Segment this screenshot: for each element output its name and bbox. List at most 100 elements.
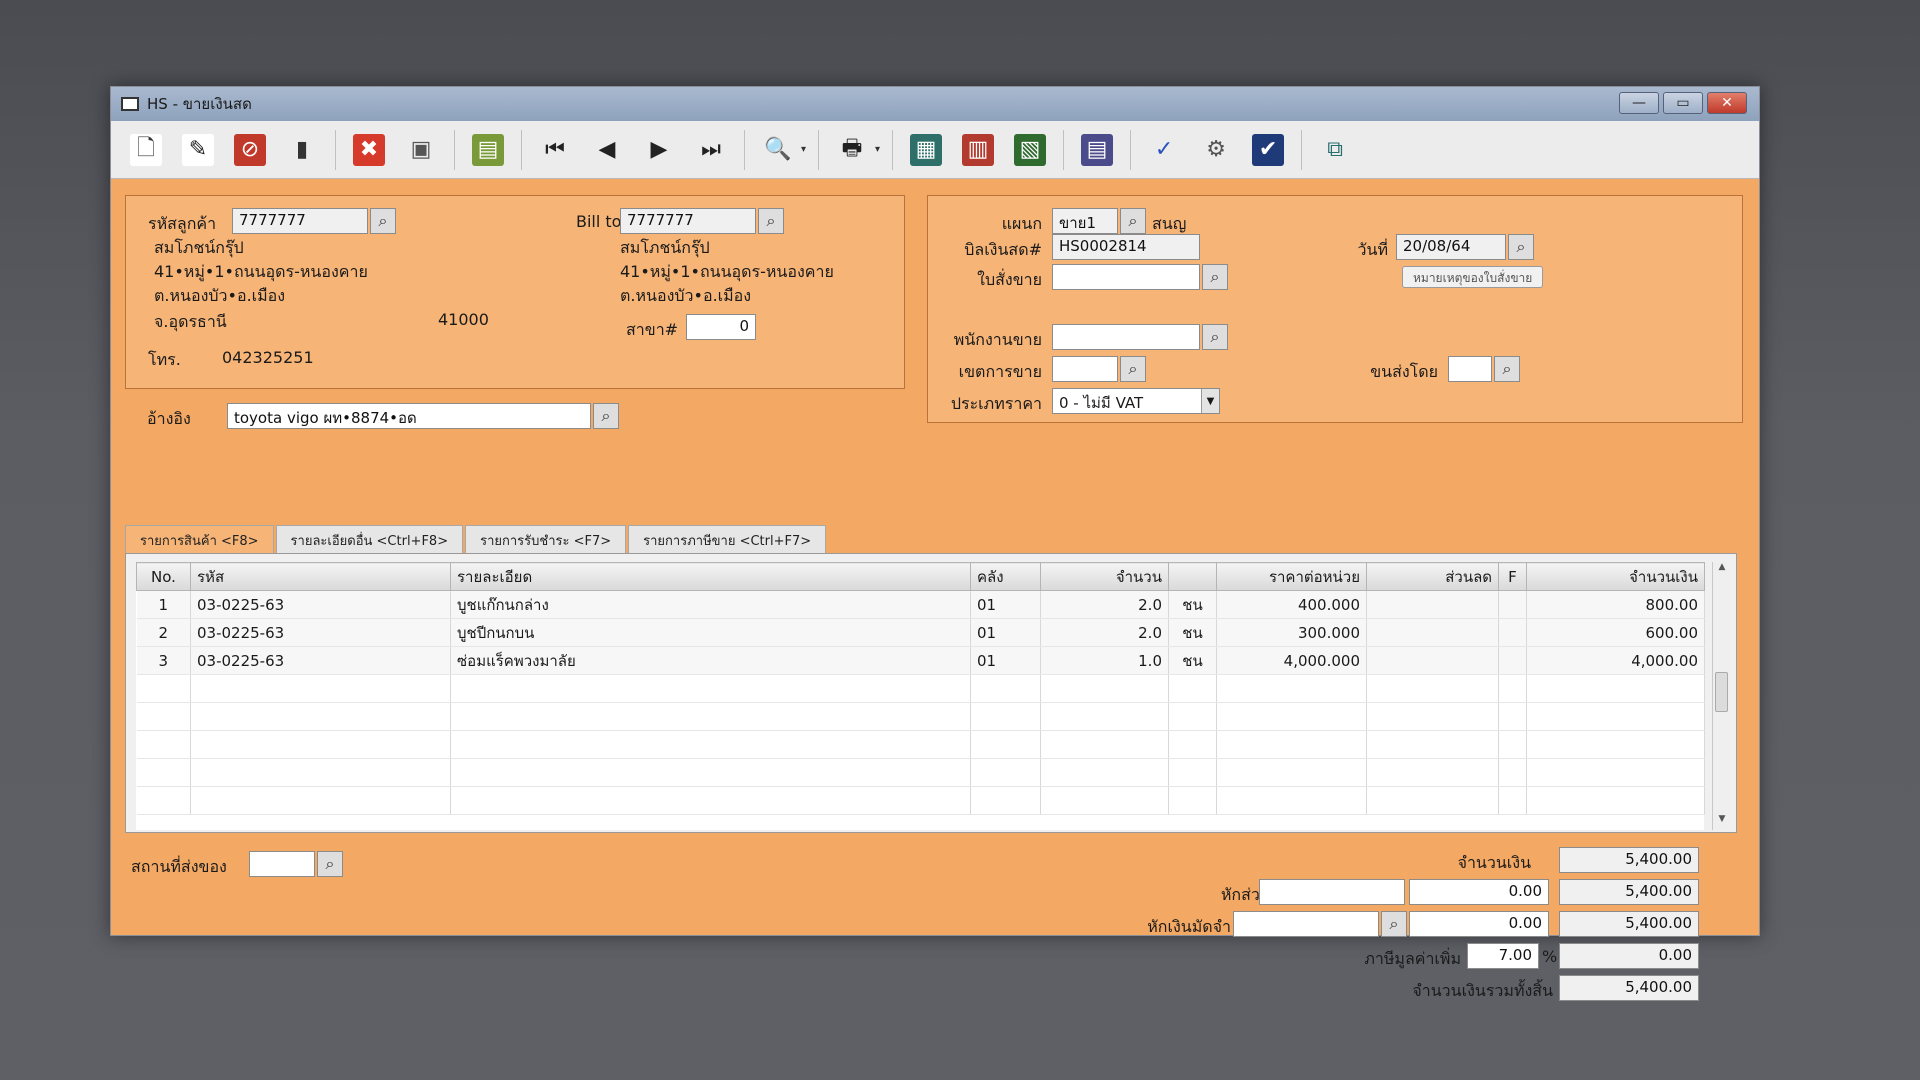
cancel-doc-button[interactable]: ⊘	[229, 129, 271, 171]
chevron-down-icon[interactable]: ▼	[1201, 389, 1219, 413]
table-cell[interactable]	[136, 702, 191, 731]
sales-order-field[interactable]	[1052, 264, 1200, 290]
empty-row[interactable]	[136, 786, 1705, 815]
save-button[interactable]: ▣	[400, 129, 442, 171]
table-cell[interactable]: 01	[970, 618, 1041, 647]
table-cell[interactable]	[450, 786, 971, 815]
tab-4[interactable]: รายการภาษีขาย <Ctrl+F7>	[628, 525, 827, 553]
empty-row[interactable]	[136, 758, 1705, 787]
close-window-button[interactable]: ✕	[1707, 92, 1747, 114]
network-button[interactable]: ⧉	[1314, 129, 1356, 171]
column-header[interactable]: จำนวนเงิน	[1526, 562, 1705, 591]
discount-value-field[interactable]: 0.00	[1409, 879, 1549, 905]
table-cell[interactable]	[1498, 786, 1527, 815]
calendar-search-icon[interactable]: ⌕	[1508, 234, 1534, 260]
maximize-button[interactable]: ▭	[1663, 92, 1703, 114]
table-cell[interactable]: 2.0	[1040, 618, 1169, 647]
close-button[interactable]: ✖	[348, 129, 390, 171]
department-search-icon[interactable]: ⌕	[1120, 208, 1146, 234]
table-cell[interactable]	[1040, 702, 1169, 731]
deposit-value-field[interactable]: 0.00	[1409, 911, 1549, 937]
table-cell[interactable]	[190, 786, 451, 815]
table-cell[interactable]	[970, 702, 1041, 731]
chevron-down-icon[interactable]: ▾	[875, 144, 880, 155]
empty-row[interactable]	[136, 702, 1705, 731]
books-button[interactable]: ▤	[467, 129, 509, 171]
table-cell[interactable]	[190, 758, 451, 787]
table-cell[interactable]	[1366, 786, 1499, 815]
column-header[interactable]: F	[1498, 562, 1527, 591]
shipping-field[interactable]	[1448, 356, 1492, 382]
table-cell[interactable]	[1168, 702, 1217, 731]
column-header[interactable]: รายละเอียด	[450, 562, 971, 591]
regional-button[interactable]: ▤	[1076, 129, 1118, 171]
table-cell[interactable]	[450, 702, 971, 731]
delivery-place-field[interactable]	[249, 851, 315, 877]
tab-1[interactable]: รายการสินค้า <F8>	[125, 525, 274, 553]
table-cell[interactable]	[136, 786, 191, 815]
table-cell[interactable]: 800.00	[1526, 590, 1705, 619]
table-cell[interactable]	[1216, 758, 1367, 787]
table-cell[interactable]	[1498, 758, 1527, 787]
table-cell[interactable]	[190, 674, 451, 703]
table-cell[interactable]	[1526, 702, 1705, 731]
table-cell[interactable]	[1498, 590, 1527, 619]
table-cell[interactable]: 400.000	[1216, 590, 1367, 619]
date-field[interactable]: 20/08/64	[1396, 234, 1506, 260]
table-cell[interactable]	[1040, 730, 1169, 759]
edit-button[interactable]: ✎	[177, 129, 219, 171]
column-header[interactable]: ส่วนลด	[1366, 562, 1499, 591]
table-cell[interactable]	[1216, 730, 1367, 759]
sales-area-field[interactable]	[1052, 356, 1118, 382]
salesperson-field[interactable]	[1052, 324, 1200, 350]
customer-code-field[interactable]: 7777777	[232, 208, 368, 234]
deposit-search-icon[interactable]: ⌕	[1381, 911, 1407, 937]
tab-2[interactable]: รายละเอียดอื่น <Ctrl+F8>	[275, 525, 464, 553]
table-cell[interactable]	[1168, 758, 1217, 787]
table-cell[interactable]	[1366, 674, 1499, 703]
empty-row[interactable]	[136, 730, 1705, 759]
report-stack-button[interactable]: ▥	[957, 129, 999, 171]
table-row[interactable]: 1 03-0225-63 บูชแก๊กนกล่าง 01 2.0 ชน 400.000 80…	[136, 590, 1705, 619]
table-cell[interactable]: 600.00	[1526, 618, 1705, 647]
table-cell[interactable]	[450, 674, 971, 703]
column-header[interactable]: จำนวน	[1040, 562, 1169, 591]
table-cell[interactable]	[1498, 646, 1527, 675]
last-record-button[interactable]: ⏭	[690, 129, 732, 171]
table-cell[interactable]: 2.0	[1040, 590, 1169, 619]
table-cell[interactable]	[450, 730, 971, 759]
table-cell[interactable]	[1498, 618, 1527, 647]
table-cell[interactable]	[1040, 674, 1169, 703]
table-cell[interactable]	[1526, 674, 1705, 703]
table-cell[interactable]: 01	[970, 590, 1041, 619]
sales-area-search-icon[interactable]: ⌕	[1120, 356, 1146, 382]
table-cell[interactable]	[190, 702, 451, 731]
table-cell[interactable]	[1526, 730, 1705, 759]
table-cell[interactable]: ชน	[1168, 590, 1217, 619]
table-cell[interactable]: 1.0	[1040, 646, 1169, 675]
reference-field[interactable]: toyota vigo ผท•8874•อด	[227, 403, 591, 429]
table-cell[interactable]	[1498, 730, 1527, 759]
sales-order-search-icon[interactable]: ⌕	[1202, 264, 1228, 290]
next-record-button[interactable]: ▶	[638, 129, 680, 171]
table-cell[interactable]: 2	[136, 618, 191, 647]
table-cell[interactable]	[970, 786, 1041, 815]
billto-search-icon[interactable]: ⌕	[758, 208, 784, 234]
bill-number-field[interactable]: HS0002814	[1052, 234, 1200, 260]
table-cell[interactable]	[1216, 786, 1367, 815]
minimize-button[interactable]: —	[1619, 92, 1659, 114]
table-cell[interactable]	[1216, 674, 1367, 703]
report-grid-button[interactable]: ▦	[905, 129, 947, 171]
deposit-text-field[interactable]	[1233, 911, 1379, 937]
table-cell[interactable]	[970, 730, 1041, 759]
scroll-up-icon[interactable]: ▲	[1713, 562, 1731, 578]
settings-button[interactable]: ⚙	[1195, 129, 1237, 171]
column-header[interactable]: ราคาต่อหน่วย	[1216, 562, 1367, 591]
approve-ok-button[interactable]: ✓	[1143, 129, 1185, 171]
scroll-down-icon[interactable]: ▼	[1713, 814, 1731, 830]
table-cell[interactable]	[1168, 674, 1217, 703]
table-cell[interactable]: 03-0225-63	[190, 590, 451, 619]
table-cell[interactable]	[1366, 618, 1499, 647]
preview-button[interactable]: 🔍	[757, 129, 799, 171]
vat-rate-field[interactable]: 7.00	[1467, 943, 1539, 969]
